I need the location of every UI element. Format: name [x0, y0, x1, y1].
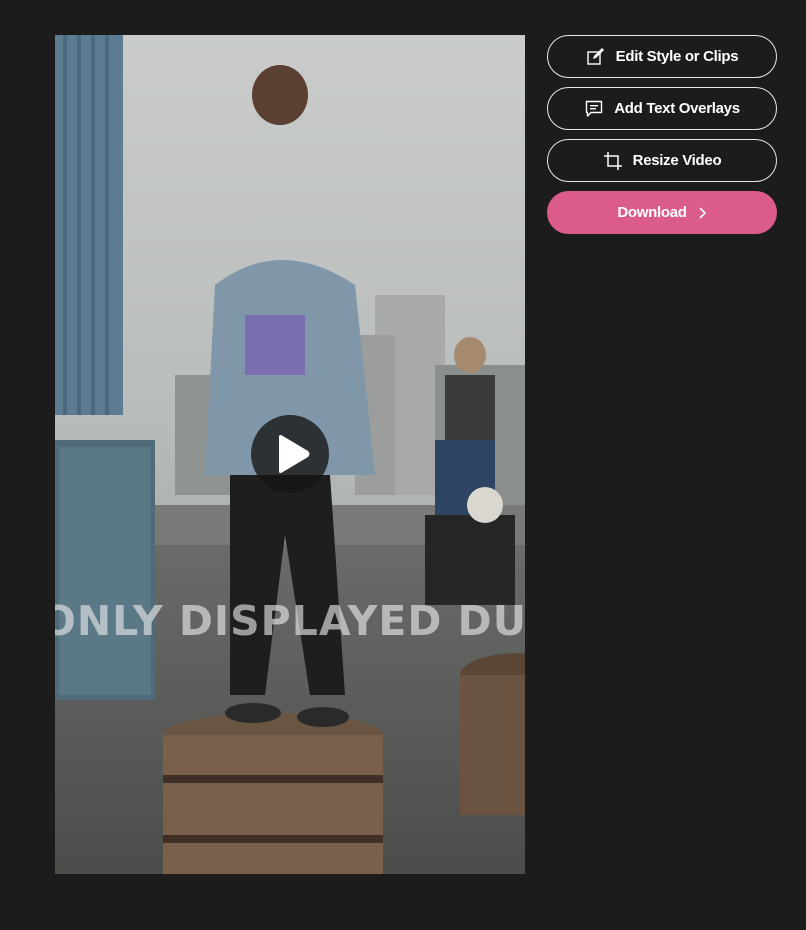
- preview-watermark: ONLY DISPLAYED DU: [55, 597, 525, 645]
- resize-video-button[interactable]: Resize Video: [547, 139, 777, 182]
- edit-style-button[interactable]: Edit Style or Clips: [547, 35, 777, 78]
- edit-style-label: Edit Style or Clips: [615, 48, 739, 65]
- download-button[interactable]: Download: [547, 191, 777, 234]
- comment-icon: [584, 99, 604, 119]
- download-label: Download: [617, 204, 687, 221]
- editor-actions: Edit Style or Clips Add Text Overlays Re…: [547, 35, 777, 243]
- chevron-right-icon: [699, 207, 707, 219]
- play-icon: [279, 435, 310, 473]
- crop-icon: [603, 151, 623, 171]
- play-button[interactable]: [251, 415, 329, 493]
- resize-video-label: Resize Video: [632, 152, 722, 169]
- add-text-overlays-label: Add Text Overlays: [614, 100, 740, 117]
- video-editor-page: ONLY DISPLAYED DU Edit Style or Clips Ad…: [0, 0, 806, 930]
- video-preview[interactable]: ONLY DISPLAYED DU: [55, 35, 525, 874]
- add-text-overlays-button[interactable]: Add Text Overlays: [547, 87, 777, 130]
- edit-pencil-icon: [586, 47, 606, 67]
